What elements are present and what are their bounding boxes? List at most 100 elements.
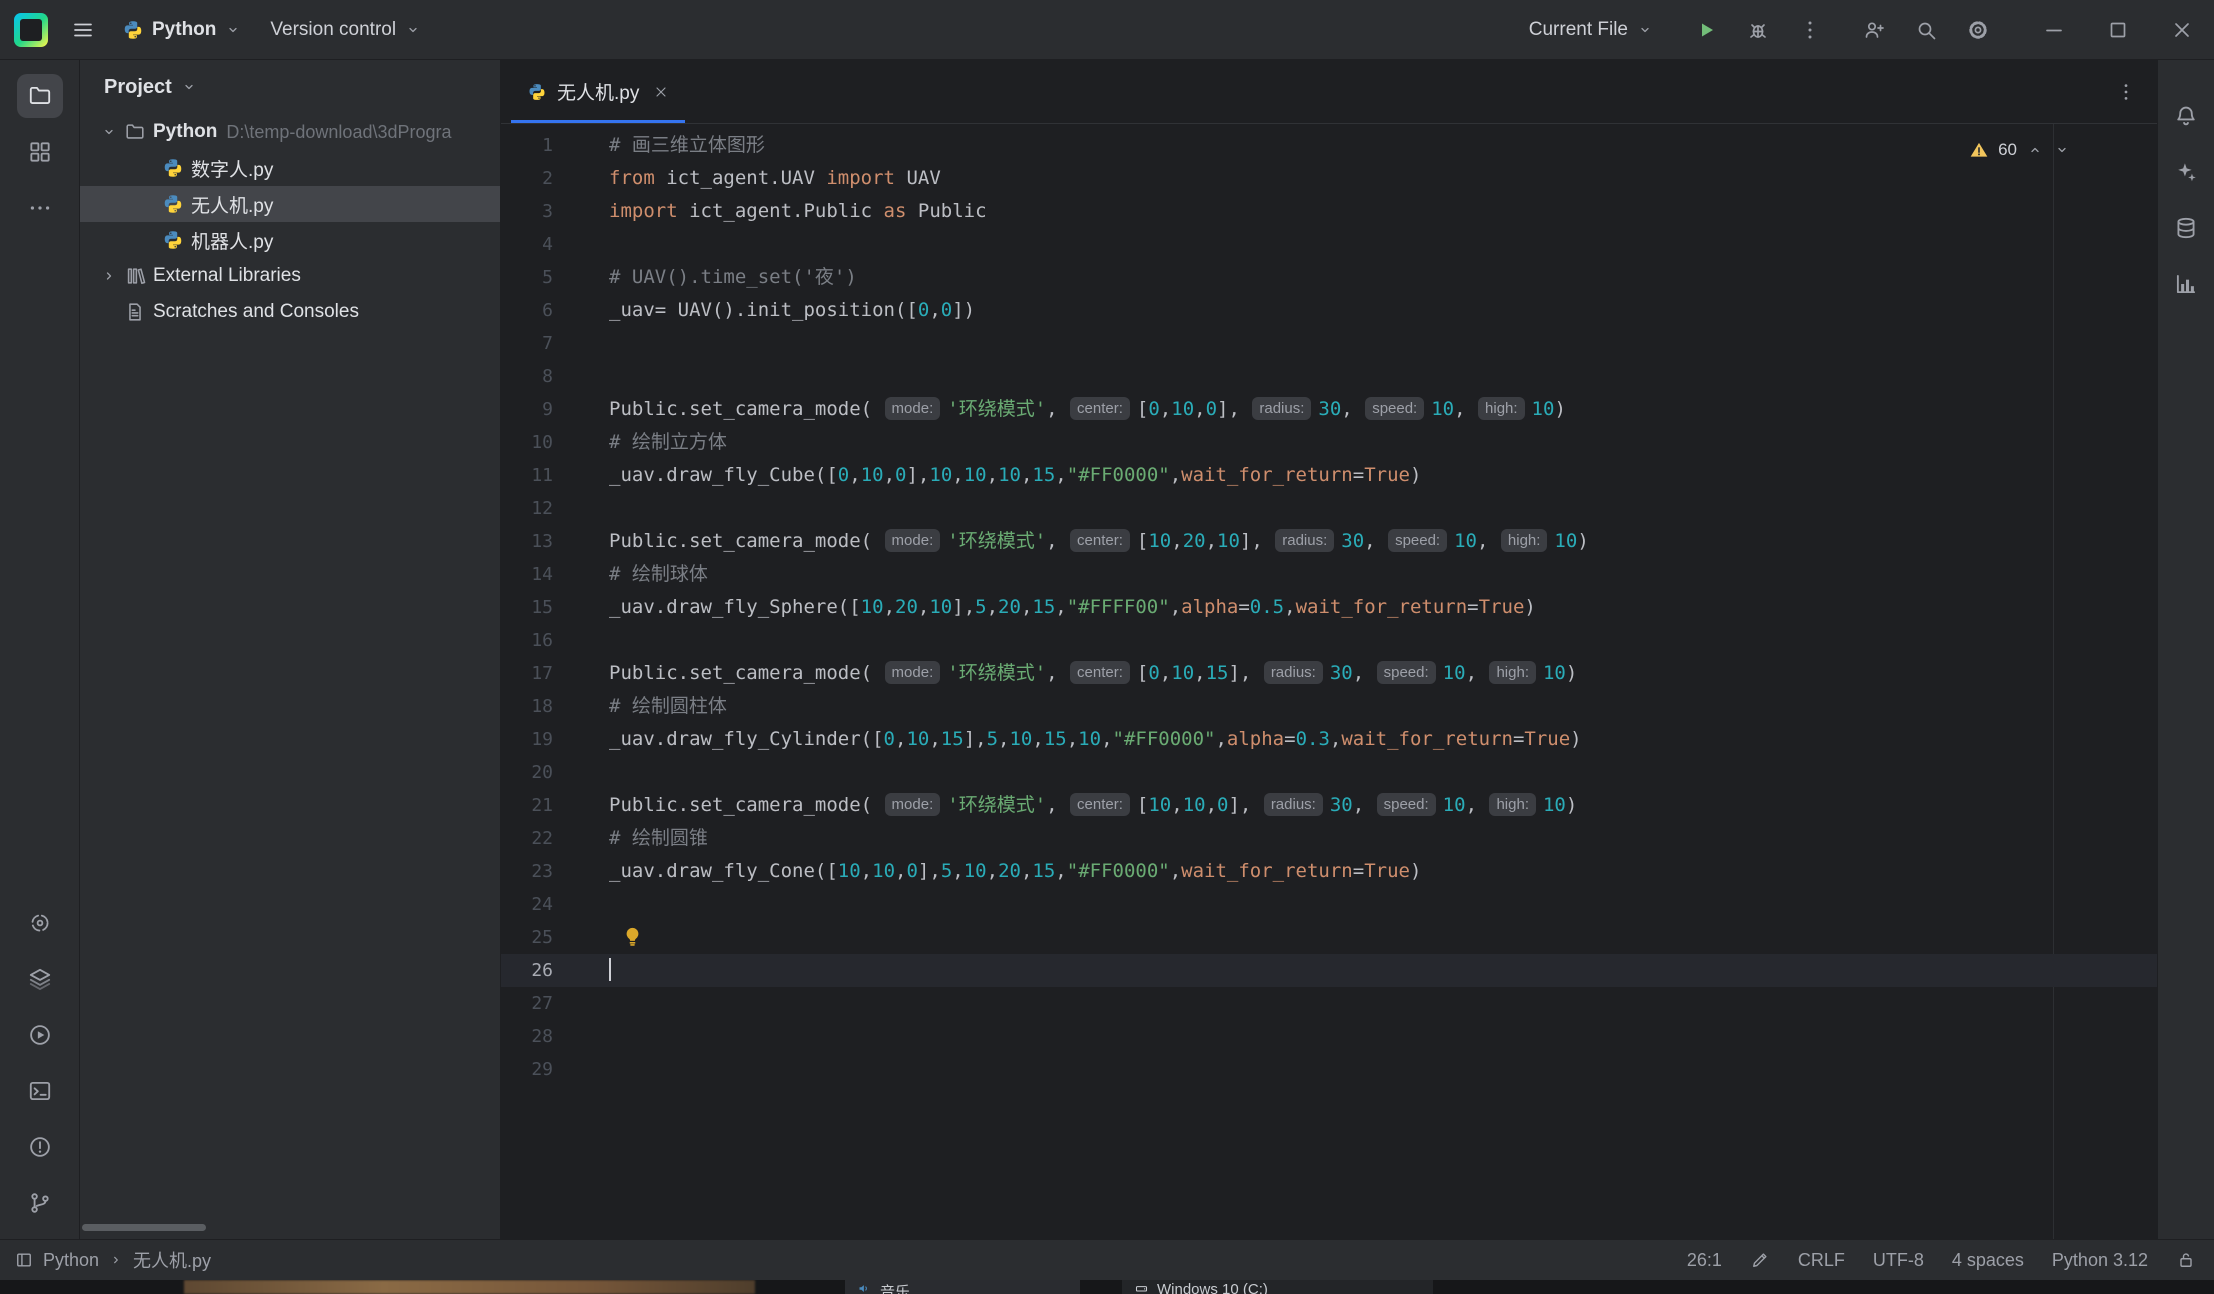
- close-button[interactable]: [2158, 9, 2206, 51]
- line-number[interactable]: 9: [501, 393, 553, 426]
- line-number[interactable]: 8: [501, 360, 553, 393]
- line-number[interactable]: 23: [501, 855, 553, 888]
- line-number[interactable]: 25: [501, 921, 553, 954]
- database-tool-button[interactable]: [2166, 208, 2206, 248]
- ai-assistant-tool-button[interactable]: [2166, 152, 2206, 192]
- chevron-down-icon[interactable]: [96, 123, 122, 141]
- code-line[interactable]: 29: [501, 1053, 2157, 1086]
- line-number[interactable]: 22: [501, 822, 553, 855]
- terminal-tool-button[interactable]: [17, 1069, 63, 1113]
- run-configuration-selector[interactable]: Current File: [1519, 11, 1664, 49]
- settings-button[interactable]: [1956, 9, 2000, 51]
- inspections-widget[interactable]: 60: [1961, 136, 2079, 164]
- line-number[interactable]: 16: [501, 624, 553, 657]
- line-number[interactable]: 26: [501, 954, 553, 987]
- line-number[interactable]: 28: [501, 1020, 553, 1053]
- line-number[interactable]: 29: [501, 1053, 553, 1086]
- code-line[interactable]: 5# UAV().time_set('夜'): [501, 261, 2157, 294]
- version-control-tool-button[interactable]: [17, 1181, 63, 1225]
- project-selector[interactable]: Python: [112, 11, 252, 49]
- chevron-right-icon[interactable]: [96, 267, 122, 285]
- python-packages-tool-button[interactable]: [17, 901, 63, 945]
- line-number[interactable]: 12: [501, 492, 553, 525]
- structure-tool-button[interactable]: [17, 130, 63, 174]
- line-number[interactable]: 3: [501, 195, 553, 228]
- code-line[interactable]: 12: [501, 492, 2157, 525]
- code-line[interactable]: 14# 绘制球体: [501, 558, 2157, 591]
- code-line[interactable]: 1# 画三维立体图形: [501, 129, 2157, 162]
- background-window[interactable]: Windows 10 (C:): [1122, 1280, 1433, 1294]
- main-menu-button[interactable]: [62, 9, 104, 51]
- plots-tool-button[interactable]: [2166, 264, 2206, 304]
- code-with-me-button[interactable]: [1852, 9, 1896, 51]
- tree-item-scratches-and-consoles[interactable]: Scratches and Consoles: [80, 294, 500, 330]
- pen-icon[interactable]: [1750, 1250, 1770, 1270]
- code-line[interactable]: 15_uav.draw_fly_Sphere([10,20,10],5,20,1…: [501, 591, 2157, 624]
- code-line[interactable]: 27: [501, 987, 2157, 1020]
- tree-item-file-uav[interactable]: 无人机.py: [80, 186, 500, 222]
- code-line[interactable]: 18# 绘制圆柱体: [501, 690, 2157, 723]
- code-editor[interactable]: 1# 画三维立体图形2from ict_agent.UAV import UAV…: [501, 124, 2157, 1239]
- tab-uav-file[interactable]: 无人机.py: [511, 60, 685, 123]
- vcs-selector[interactable]: Version control: [260, 11, 432, 49]
- code-line[interactable]: 23_uav.draw_fly_Cone([10,10,0],5,10,20,1…: [501, 855, 2157, 888]
- code-line[interactable]: 10# 绘制立方体: [501, 426, 2157, 459]
- line-number[interactable]: 27: [501, 987, 553, 1020]
- line-separator[interactable]: CRLF: [1798, 1250, 1845, 1271]
- line-number[interactable]: 24: [501, 888, 553, 921]
- line-number[interactable]: 4: [501, 228, 553, 261]
- code-line[interactable]: 21Public.set_camera_mode( mode:'环绕模式', c…: [501, 789, 2157, 822]
- line-number[interactable]: 13: [501, 525, 553, 558]
- line-number[interactable]: 15: [501, 591, 553, 624]
- line-number[interactable]: 1: [501, 129, 553, 162]
- code-line[interactable]: 2from ict_agent.UAV import UAV: [501, 162, 2157, 195]
- code-line[interactable]: 3import ict_agent.Public as Public: [501, 195, 2157, 228]
- line-number[interactable]: 14: [501, 558, 553, 591]
- code-line[interactable]: 19_uav.draw_fly_Cylinder([0,10,15],5,10,…: [501, 723, 2157, 756]
- lock-icon[interactable]: [2176, 1250, 2196, 1270]
- run-tool-window-tool-button[interactable]: [17, 1013, 63, 1057]
- maximize-button[interactable]: [2094, 9, 2142, 51]
- tab-close-icon[interactable]: [653, 84, 669, 100]
- chevron-down-icon[interactable]: [180, 78, 198, 96]
- line-number[interactable]: 6: [501, 294, 553, 327]
- line-number[interactable]: 10: [501, 426, 553, 459]
- python-interpreter[interactable]: Python 3.12: [2052, 1250, 2148, 1271]
- services-tool-button[interactable]: [17, 957, 63, 1001]
- line-number[interactable]: 2: [501, 162, 553, 195]
- project-tool-button[interactable]: [17, 74, 63, 118]
- breadcrumb-file[interactable]: 无人机.py: [133, 1247, 211, 1273]
- line-number[interactable]: 19: [501, 723, 553, 756]
- next-problem-icon[interactable]: [2053, 141, 2071, 159]
- tab-options-icon[interactable]: [2115, 81, 2137, 103]
- run-button[interactable]: [1684, 9, 1728, 51]
- search-everywhere-button[interactable]: [1904, 9, 1948, 51]
- notifications-tool-button[interactable]: [2166, 96, 2206, 136]
- line-number[interactable]: 17: [501, 657, 553, 690]
- background-window[interactable]: 音乐: [845, 1280, 1080, 1294]
- line-number[interactable]: 20: [501, 756, 553, 789]
- code-line[interactable]: 26: [501, 954, 2157, 987]
- more-tool-windows-tool-button[interactable]: [17, 186, 63, 230]
- code-line[interactable]: 11_uav.draw_fly_Cube([0,10,0],10,10,10,1…: [501, 459, 2157, 492]
- tree-item-external-libraries[interactable]: External Libraries: [80, 258, 500, 294]
- intention-lightbulb-icon[interactable]: [621, 925, 644, 948]
- tree-item-file-robot[interactable]: 机器人.py: [80, 222, 500, 258]
- line-number[interactable]: 18: [501, 690, 553, 723]
- code-line[interactable]: 20: [501, 756, 2157, 789]
- project-panel-scrollbar[interactable]: [82, 1224, 206, 1231]
- debug-button[interactable]: [1736, 9, 1780, 51]
- problems-tool-button[interactable]: [17, 1125, 63, 1169]
- tree-item-project-root-python[interactable]: PythonD:\temp-download\3dProgra: [80, 114, 500, 150]
- code-line[interactable]: 6_uav= UAV().init_position([0,0]): [501, 294, 2157, 327]
- more-actions-button[interactable]: [1788, 9, 1832, 51]
- caret-position[interactable]: 26:1: [1687, 1250, 1722, 1271]
- breadcrumb-project[interactable]: Python: [43, 1250, 99, 1271]
- indent-style[interactable]: 4 spaces: [1952, 1250, 2024, 1271]
- code-line[interactable]: 4: [501, 228, 2157, 261]
- code-line[interactable]: 24: [501, 888, 2157, 921]
- code-line[interactable]: 22# 绘制圆锥: [501, 822, 2157, 855]
- project-widget-icon[interactable]: [14, 1250, 34, 1270]
- code-line[interactable]: 25: [501, 921, 2157, 954]
- minimize-button[interactable]: [2030, 9, 2078, 51]
